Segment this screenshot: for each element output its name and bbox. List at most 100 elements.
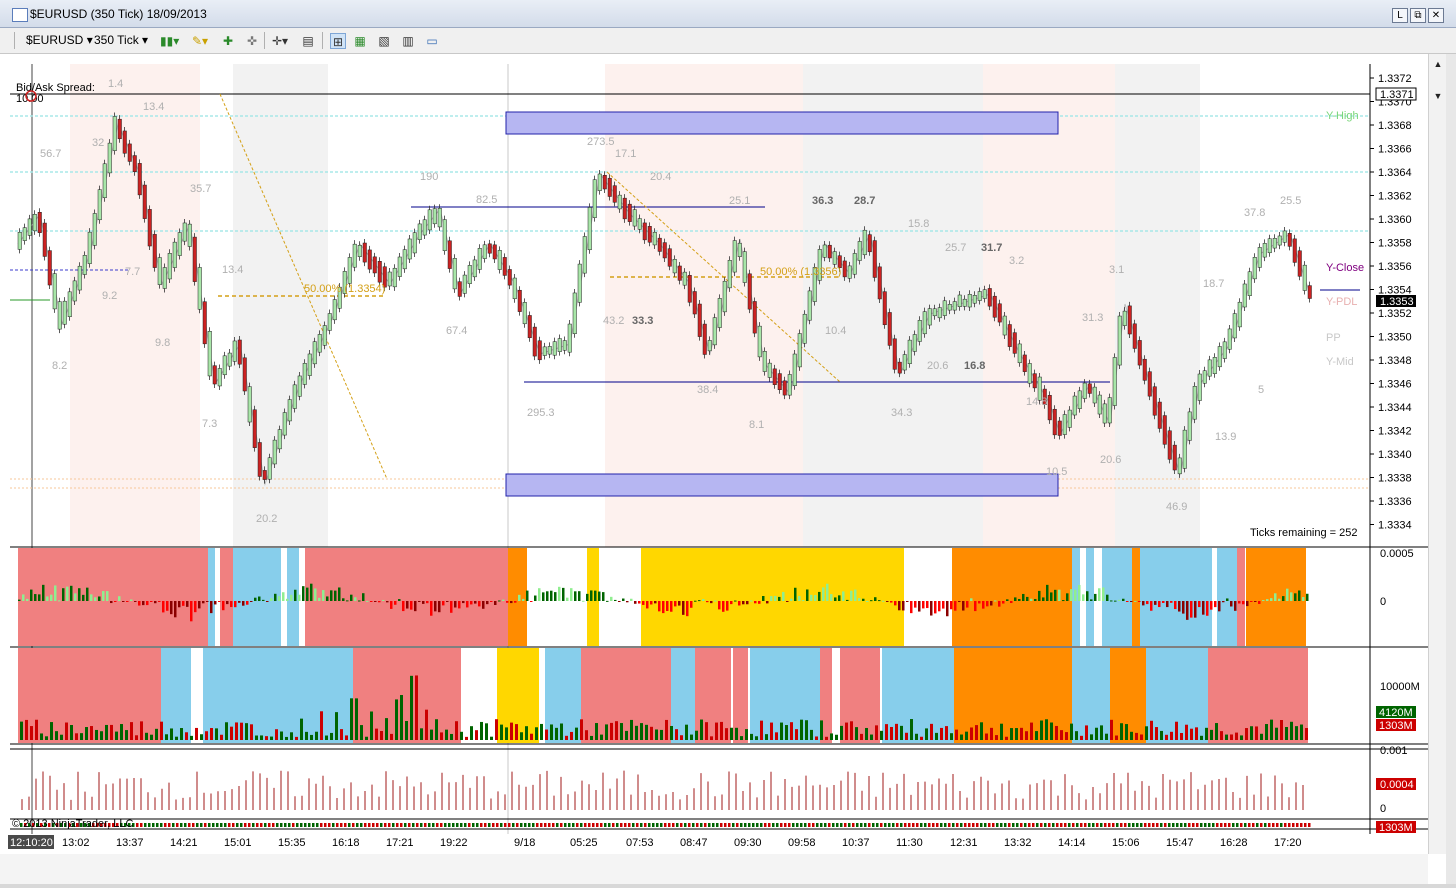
volume-bar <box>170 728 173 740</box>
momentum-bar <box>382 599 385 601</box>
momentum-bar <box>394 601 397 605</box>
momentum-bar <box>482 601 485 609</box>
mini-volume-bar <box>640 823 643 827</box>
candle-body <box>477 248 482 270</box>
chart-app-icon <box>12 8 28 22</box>
volume-bar <box>675 729 678 740</box>
volume-bar <box>710 736 713 740</box>
candle-body <box>217 368 222 387</box>
chart-trader-icon[interactable]: ▧ <box>376 33 392 49</box>
pencil-icon[interactable]: ✎▾ <box>192 33 208 49</box>
mini-volume-bar <box>364 823 367 827</box>
volume-bar <box>1100 725 1103 740</box>
zoom-out-icon[interactable]: ✜ <box>244 33 260 49</box>
volume-bar <box>355 698 358 740</box>
mini-volume-bar <box>204 823 207 827</box>
candle-body <box>892 338 897 370</box>
momentum-bar <box>898 601 901 611</box>
volume-bar <box>175 736 178 740</box>
mini-volume-bar <box>1056 823 1059 827</box>
momentum-bar <box>1126 601 1129 602</box>
volume-annotation: 82.5 <box>476 194 497 206</box>
price-tick-label: 1.3336 <box>1378 496 1412 508</box>
momentum-bar <box>410 601 413 610</box>
mini-volume-bar <box>404 823 407 827</box>
crosshair-icon[interactable]: ✛▾ <box>272 33 288 49</box>
momentum-bar <box>1002 601 1005 604</box>
mini-volume-bar <box>788 823 791 827</box>
momentum-bar <box>970 598 973 601</box>
mini-volume-bar <box>412 823 415 827</box>
momentum-bar <box>862 598 865 601</box>
momentum-bar <box>1094 593 1097 601</box>
interval-selector[interactable]: 350 Tick ▾ <box>94 33 148 47</box>
candle-body <box>317 334 322 353</box>
mini-volume-bar <box>1172 823 1175 827</box>
mini-volume-bar <box>612 823 615 827</box>
volume-annotation: 31.7 <box>981 242 1002 254</box>
properties-icon[interactable]: ▤ <box>300 33 316 49</box>
candle-body <box>1232 313 1237 339</box>
demand-zone-box <box>505 473 1059 497</box>
candle-body <box>1302 264 1307 291</box>
bar-type-icon[interactable]: ▮▮▾ <box>160 33 179 49</box>
horizontal-scrollbar[interactable] <box>0 854 1428 884</box>
momentum-bar <box>698 600 701 602</box>
zoom-in-icon[interactable]: ✚ <box>220 33 236 49</box>
momentum-bar <box>258 596 261 601</box>
vertical-scrollbar[interactable]: ▲ ▼ <box>1428 54 1447 854</box>
candle-body <box>1237 301 1242 328</box>
mini-volume-bar <box>136 823 139 827</box>
candle-body <box>907 339 912 364</box>
strategies-icon[interactable]: ▦ <box>352 33 368 49</box>
volume-bar <box>590 735 593 740</box>
chart-canvas[interactable]: 1.4 13.4 32 56.7 35.7 7.7 9.2 9.8 8.2 13.4 7.3 20.2… <box>0 54 1428 854</box>
mini-volume-bar <box>1152 823 1155 827</box>
candle-body <box>1192 386 1197 420</box>
volume-bar <box>825 736 828 740</box>
volume-annotation: 43.2 <box>603 315 624 327</box>
y-pdl-label: Y-PDL <box>1326 296 1357 308</box>
momentum-bar <box>506 601 509 603</box>
momentum-bar <box>886 601 889 602</box>
data-box-icon[interactable]: ▥ <box>400 33 416 49</box>
restore-button[interactable]: ⧉ <box>1410 8 1426 23</box>
close-button[interactable]: ✕ <box>1428 8 1444 23</box>
momentum-bar <box>34 594 37 601</box>
indicators-icon[interactable]: ⊞ <box>330 33 346 49</box>
scroll-down-icon[interactable]: ▼ <box>1432 90 1444 102</box>
candle-body <box>1067 409 1072 428</box>
candle-body <box>227 352 232 367</box>
candle-body <box>282 412 287 436</box>
scroll-up-icon[interactable]: ▲ <box>1432 58 1444 70</box>
candle-body <box>622 197 627 220</box>
momentum-bar <box>1158 601 1161 608</box>
supply-zone-box <box>505 111 1059 135</box>
instrument-selector[interactable]: $EURUSD ▾ <box>26 33 93 47</box>
momentum-bar <box>1302 597 1305 601</box>
momentum-bar <box>910 601 913 614</box>
momentum-bar <box>522 598 525 601</box>
volume-bar <box>360 725 363 740</box>
momentum-bar <box>646 601 649 609</box>
chart-toolbar: $EURUSD ▾ 350 Tick ▾ ▮▮▾ ✎▾ ✚ ✜ ✛▾ ▤ ⊞ ▦… <box>0 28 1456 54</box>
volume-bar <box>290 732 293 740</box>
momentum-bar <box>754 601 757 604</box>
momentum-bar <box>422 601 425 604</box>
momentum-bar <box>62 588 65 601</box>
volume-bar <box>60 734 63 740</box>
volume-bar <box>565 735 568 740</box>
candle-body <box>47 250 52 286</box>
volume-bar <box>700 719 703 740</box>
candle-body <box>1172 444 1177 471</box>
fib-label: 50.00% (1.3356) <box>760 266 841 278</box>
link-button[interactable]: L <box>1392 8 1408 23</box>
mini-volume-bar <box>304 823 307 827</box>
mini-volume-bar <box>896 823 899 827</box>
window-icon[interactable]: ▭ <box>424 33 440 49</box>
volume-bar <box>810 729 813 740</box>
panel4-axis-label: 0.001 <box>1380 745 1408 757</box>
volume-bar <box>40 733 43 740</box>
mini-volume-bar <box>736 823 739 827</box>
momentum-bar <box>1086 591 1089 601</box>
